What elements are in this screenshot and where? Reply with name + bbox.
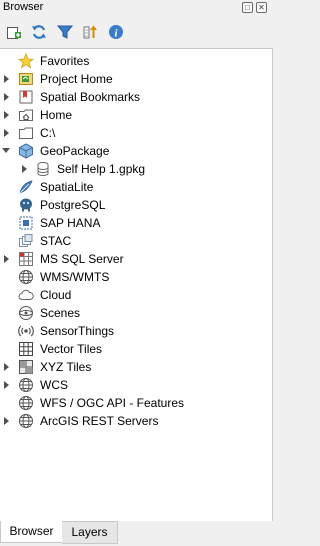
tree-item-label: SensorThings	[40, 324, 115, 338]
float-button[interactable]: □	[242, 2, 253, 13]
star-icon	[18, 53, 34, 69]
expand-arrow-icon[interactable]	[3, 362, 11, 372]
globe-icon	[18, 413, 34, 429]
tree-item-wfs-ogc-api[interactable]: WFS / OGC API - Features	[0, 394, 272, 412]
tree-item-label: WMS/WMTS	[40, 270, 110, 284]
tree-item-spatialite[interactable]: SpatiaLite	[0, 178, 272, 196]
tree-item-xyz-tiles[interactable]: XYZ Tiles	[0, 358, 272, 376]
browser-tree[interactable]: Favorites Project Home Spatial Bookmarks…	[0, 48, 273, 523]
tree-item-postgresql[interactable]: PostgreSQL	[0, 196, 272, 214]
tree-item-stac[interactable]: STAC	[0, 232, 272, 250]
tree-item-label: Self Help 1.gpkg	[57, 162, 146, 176]
sap-hana-icon	[18, 215, 34, 231]
add-layer-icon	[7, 27, 21, 39]
close-button[interactable]: ✕	[256, 2, 267, 13]
expand-arrow-icon[interactable]	[3, 74, 11, 84]
tree-item-favorites[interactable]: Favorites	[0, 52, 272, 70]
stac-icon	[18, 233, 34, 249]
database-icon	[35, 161, 51, 177]
filter-icon	[57, 25, 73, 39]
tree-item-label: WFS / OGC API - Features	[40, 396, 185, 410]
tree-item-label: Project Home	[40, 72, 113, 86]
expand-arrow-icon[interactable]	[3, 92, 11, 102]
expand-arrow-icon[interactable]	[3, 380, 11, 390]
tree-item-label: Scenes	[40, 306, 81, 320]
tree-item-label: C:\	[40, 126, 56, 140]
tree-item-label: Favorites	[40, 54, 90, 68]
postgresql-icon	[18, 197, 34, 213]
expand-arrow-icon[interactable]	[3, 128, 11, 138]
tree-item-label: Home	[40, 108, 73, 122]
tree-item-label: Vector Tiles	[40, 342, 103, 356]
home-folder-icon	[18, 107, 34, 123]
spatial-bookmarks-icon	[18, 89, 34, 105]
collapse-all-button[interactable]	[80, 22, 100, 42]
sensorthings-icon	[18, 323, 34, 339]
tree-item-mssql[interactable]: MS SQL Server	[0, 250, 272, 268]
vector-tiles-icon	[18, 341, 34, 357]
refresh-button[interactable]	[29, 22, 49, 42]
tree-item-label: XYZ Tiles	[40, 360, 92, 374]
project-home-icon	[18, 71, 34, 87]
tree-item-label: GeoPackage	[40, 144, 110, 158]
tree-item-wcs[interactable]: WCS	[0, 376, 272, 394]
tree-item-label: Cloud	[40, 288, 72, 302]
tree-item-c-drive[interactable]: C:\	[0, 124, 272, 142]
tree-item-geopackage[interactable]: GeoPackage	[0, 142, 272, 160]
tree-item-wms-wmts[interactable]: WMS/WMTS	[0, 268, 272, 286]
expand-arrow-icon[interactable]	[3, 416, 11, 426]
collapse-all-icon	[83, 25, 97, 39]
tree-item-label: SpatiaLite	[40, 180, 94, 194]
collapse-arrow-icon[interactable]	[2, 146, 10, 156]
tree-item-label: WCS	[40, 378, 68, 392]
xyz-tiles-icon	[18, 359, 34, 375]
globe-icon	[18, 269, 34, 285]
tree-item-label: ArcGIS REST Servers	[40, 414, 159, 428]
tree-item-scenes[interactable]: Scenes	[0, 304, 272, 322]
refresh-icon	[32, 25, 46, 39]
tree-item-home[interactable]: Home	[0, 106, 272, 124]
dock-title: Browser	[3, 1, 44, 13]
dock-title-bar: Browser □ ✕	[0, 0, 275, 16]
tree-item-cloud[interactable]: Cloud	[0, 286, 272, 304]
tree-item-self-help-gpkg[interactable]: Self Help 1.gpkg	[0, 160, 272, 178]
tab-browser[interactable]: Browser	[0, 521, 63, 543]
tree-item-label: SAP HANA	[40, 216, 101, 230]
cloud-icon	[18, 287, 34, 303]
tree-item-arcgis-rest-servers[interactable]: ArcGIS REST Servers	[0, 412, 272, 430]
tree-item-label: Spatial Bookmarks	[40, 90, 141, 104]
expand-arrow-icon[interactable]	[21, 164, 29, 174]
globe-icon	[18, 395, 34, 411]
tree-item-sap-hana[interactable]: SAP HANA	[0, 214, 272, 232]
globe-icon	[18, 377, 34, 393]
mssql-icon	[18, 251, 34, 267]
properties-button[interactable]: i	[106, 22, 126, 42]
tree-item-label: MS SQL Server	[40, 252, 124, 266]
spatialite-icon	[18, 179, 34, 195]
tree-item-label: STAC	[40, 234, 72, 248]
folder-icon	[18, 125, 34, 141]
expand-arrow-icon[interactable]	[3, 110, 11, 120]
tree-item-spatial-bookmarks[interactable]: Spatial Bookmarks	[0, 88, 272, 106]
tab-layers[interactable]: Layers	[62, 521, 118, 544]
dock-tab-bar: Browser Layers	[0, 521, 275, 546]
browser-toolbar: i	[0, 17, 275, 47]
tree-item-project-home[interactable]: Project Home	[0, 70, 272, 88]
tree-item-sensorthings[interactable]: SensorThings	[0, 322, 272, 340]
tree-item-vector-tiles[interactable]: Vector Tiles	[0, 340, 272, 358]
geopackage-icon	[18, 143, 34, 159]
tree-item-label: PostgreSQL	[40, 198, 106, 212]
info-icon: i	[109, 25, 123, 39]
filter-button[interactable]	[55, 22, 75, 42]
add-layer-button[interactable]	[4, 22, 24, 42]
expand-arrow-icon[interactable]	[3, 254, 11, 264]
scenes-icon	[18, 305, 34, 321]
